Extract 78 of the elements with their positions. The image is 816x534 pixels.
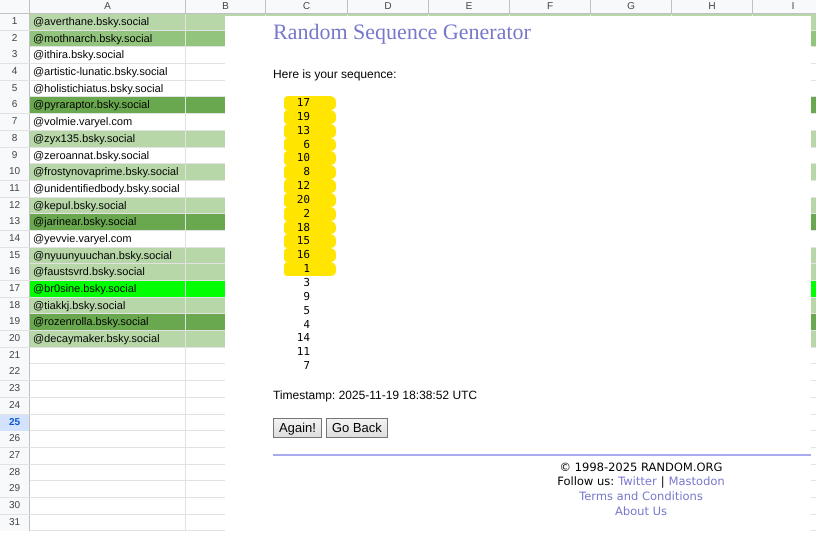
- page-title: Random Sequence Generator: [273, 19, 532, 45]
- table-cell: @volmie.varyel.com: [30, 114, 186, 130]
- table-cell: @jarinear.bsky.social: [30, 214, 186, 230]
- table-cell: @averthane.bsky.social: [30, 14, 186, 30]
- table-cell: @mothnarch.bsky.social: [30, 30, 186, 47]
- row-header[interactable]: 14: [0, 230, 30, 247]
- sequence-number: 8: [284, 165, 336, 180]
- row-header[interactable]: 21: [0, 348, 30, 364]
- row-header[interactable]: 18: [0, 298, 30, 314]
- row-header[interactable]: 19: [0, 314, 30, 330]
- row-header[interactable]: 28: [0, 464, 30, 481]
- go-back-button[interactable]: Go Back: [326, 418, 388, 438]
- terms-link[interactable]: Terms and Conditions: [579, 489, 703, 504]
- table-cell: @unidentifiedbody.bsky.social: [30, 180, 186, 197]
- sequence-number: 13: [284, 124, 336, 138]
- sequence-number: 5: [302, 304, 311, 318]
- table-cell: @ithira.bsky.social: [30, 47, 186, 64]
- sequence-number: 14: [296, 331, 311, 346]
- social-link[interactable]: Twitter: [618, 474, 657, 490]
- sequence-number: 7: [302, 359, 311, 373]
- copyright-text: © 1998-2025 RANDOM.ORG: [560, 460, 722, 474]
- table-cell: @faustsvrd.bsky.social: [30, 264, 186, 280]
- table-cell: @yevvie.varyel.com: [30, 230, 186, 247]
- row-header[interactable]: 15: [0, 248, 30, 264]
- row-header[interactable]: 27: [0, 448, 30, 464]
- separator-text: |: [660, 474, 665, 490]
- intro-text: Here is your sequence:: [273, 66, 398, 82]
- table-cell: @artistic-lunatic.bsky.social: [30, 64, 186, 80]
- sequence-number: 11: [296, 345, 311, 360]
- sequence-number: 9: [302, 290, 311, 304]
- row-header[interactable]: 5: [0, 80, 30, 97]
- row-header[interactable]: 16: [0, 264, 30, 280]
- again-button[interactable]: Again!: [273, 418, 322, 438]
- sequence-number: 4: [302, 318, 311, 332]
- row-header[interactable]: 9: [0, 148, 30, 164]
- table-cell: @pyraraptor.bsky.social: [30, 97, 186, 114]
- row-header[interactable]: 11: [0, 180, 30, 197]
- sequence-number: 1: [284, 262, 336, 276]
- row-header[interactable]: 23: [0, 381, 30, 398]
- sequence-number: 10: [284, 151, 336, 166]
- row-header[interactable]: 10: [0, 164, 30, 180]
- follow-label: Follow us:: [557, 474, 614, 490]
- sequence-number: 15: [284, 234, 336, 248]
- row-header[interactable]: 6: [0, 97, 30, 114]
- row-header[interactable]: 25: [0, 414, 30, 430]
- sequence-number: 2: [284, 206, 336, 221]
- table-cell: @decaymaker.bsky.social: [30, 331, 186, 348]
- row-header[interactable]: 30: [0, 498, 30, 514]
- row-header[interactable]: 3: [0, 47, 30, 64]
- row-header[interactable]: 31: [0, 514, 30, 531]
- row-header[interactable]: 1: [0, 14, 30, 30]
- row-header[interactable]: 2: [0, 30, 30, 47]
- row-header[interactable]: 20: [0, 331, 30, 348]
- row-header[interactable]: 8: [0, 130, 30, 147]
- sequence-number: 12: [284, 179, 336, 193]
- table-cell: @br0sine.bsky.social: [30, 281, 186, 297]
- table-cell: @zyx135.bsky.social: [30, 130, 186, 147]
- table-cell: @rozenrolla.bsky.social: [30, 314, 186, 330]
- row-header[interactable]: 22: [0, 364, 30, 380]
- sequence-number: 6: [284, 138, 336, 152]
- row-header[interactable]: 26: [0, 431, 30, 448]
- sequence-number: 3: [302, 276, 311, 290]
- sequence-number: 16: [284, 248, 336, 262]
- row-header[interactable]: 12: [0, 198, 30, 214]
- sequence-number: 18: [284, 220, 336, 234]
- row-header[interactable]: 24: [0, 398, 30, 414]
- row-header[interactable]: 13: [0, 214, 30, 230]
- timestamp: Timestamp: 2025-11-19 18:38:52 UTC: [273, 386, 478, 403]
- row-header[interactable]: 7: [0, 114, 30, 130]
- row-header[interactable]: 17: [0, 281, 30, 297]
- sequence-number: 17: [284, 96, 336, 110]
- sequence-number: 20: [284, 192, 336, 207]
- table-cell: @frostynovaprime.bsky.social: [30, 164, 186, 180]
- sequence-number: 19: [284, 110, 336, 124]
- row-header[interactable]: 29: [0, 481, 30, 498]
- social-link[interactable]: Mastodon: [668, 474, 725, 490]
- row-header[interactable]: 4: [0, 64, 30, 80]
- about-link[interactable]: About Us: [614, 504, 668, 518]
